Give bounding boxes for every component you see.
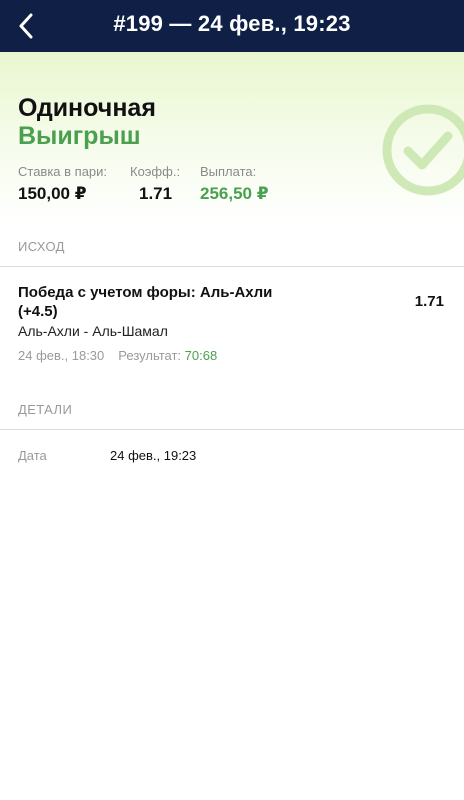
outcome-meta: 24 фев., 18:30 Результат: 70:68: [18, 348, 217, 363]
date-label: Дата: [18, 448, 47, 463]
stake-label: Ставка в пари:: [18, 164, 108, 179]
page-title: #199 — 24 фев., 19:23: [113, 11, 351, 36]
bet-summary: Одиночная Выигрыш Ставка в пари: 150,00 …: [0, 52, 464, 224]
payout-value: 256,50 ₽: [200, 184, 269, 203]
bet-type: Одиночная: [18, 94, 156, 122]
odds-label: Коэфф.:: [130, 164, 181, 179]
bet-status: Выигрыш: [18, 122, 141, 150]
top-bar: #199 — 24 фев., 19:23: [0, 0, 464, 52]
odds-block: Коэфф.: 1.71: [130, 164, 180, 204]
outcome-section-header: ИСХОД: [18, 239, 65, 254]
check-circle-icon: [382, 104, 464, 196]
outcome-match: Аль-Ахли - Аль-Шамал: [18, 323, 168, 339]
outcome-odds: 1.71: [414, 293, 444, 310]
divider: [0, 429, 464, 430]
stake-block: Ставка в пари: 150,00 ₽: [18, 164, 107, 204]
stake-value: 150,00 ₽: [18, 184, 87, 203]
divider: [0, 266, 464, 267]
payout-label: Выплата:: [200, 164, 257, 179]
payout-block: Выплата: 256,50 ₽: [200, 164, 269, 204]
odds-value: 1.71: [139, 184, 173, 203]
outcome-datetime: 24 фев., 18:30: [18, 348, 105, 363]
date-value: 24 фев., 19:23: [110, 448, 197, 463]
result-label: Результат:: [118, 348, 182, 363]
outcome-selection: Победа с учетом форы: Аль-Ахли (+4.5): [18, 284, 273, 320]
result-value: 70:68: [184, 348, 218, 363]
details-section-header: ДЕТАЛИ: [18, 402, 73, 417]
